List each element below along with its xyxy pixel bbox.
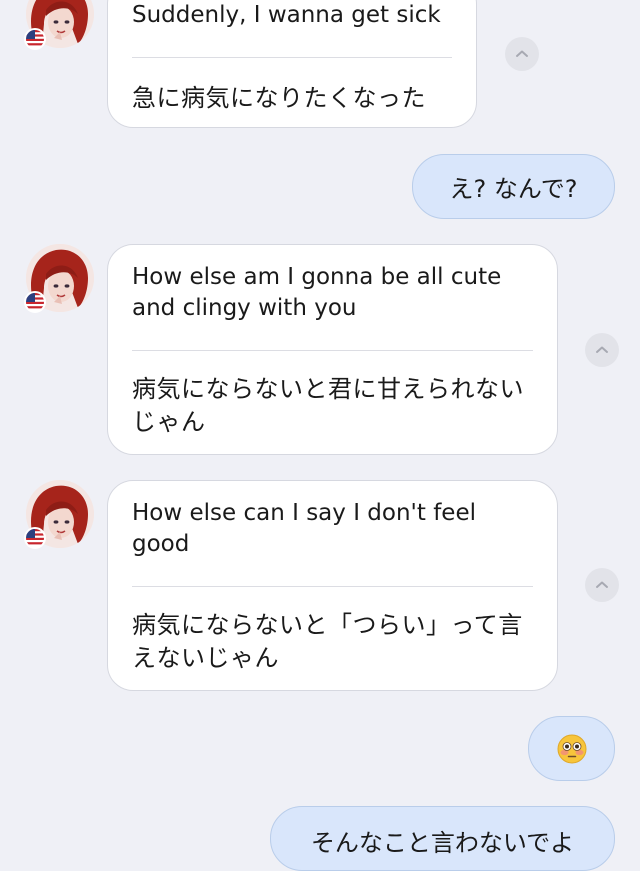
collapse-translation-button[interactable]: [585, 333, 619, 367]
chat-thread[interactable]: Suddenly, I wanna get sick 急に病気になりたくなった …: [0, 0, 640, 871]
my-message-bubble[interactable]: [528, 716, 615, 781]
collapse-translation-button[interactable]: [505, 37, 539, 71]
my-message-bubble[interactable]: え? なんで?: [412, 154, 615, 219]
chevron-up-icon: [596, 581, 608, 588]
us-flag-icon: [24, 28, 46, 50]
message-japanese-text: 急に病気になりたくなった: [132, 84, 426, 112]
message-english-text: How else can I say I don't feel good: [132, 500, 476, 557]
partner-message-bubble[interactable]: How else am I gonna be all cute and clin…: [107, 244, 558, 455]
partner-message-bubble[interactable]: How else can I say I don't feel good 病気に…: [107, 480, 558, 691]
partner-message-bubble[interactable]: Suddenly, I wanna get sick 急に病気になりたくなった: [107, 0, 477, 128]
my-message-bubble[interactable]: そんなこと言わないでよ: [270, 806, 615, 871]
message-english-text: How else am I gonna be all cute and clin…: [132, 264, 502, 321]
message-japanese-text: 病気にならないと君に甘えられないじゃん: [132, 375, 524, 436]
message-japanese-text: 病気にならないと「つらい」って言えないじゃん: [132, 611, 523, 672]
us-flag-icon: [24, 291, 46, 313]
flushed-face-emoji-icon: [557, 734, 586, 763]
message-english-text: Suddenly, I wanna get sick: [132, 2, 441, 28]
collapse-translation-button[interactable]: [585, 568, 619, 602]
chevron-up-icon: [516, 50, 528, 57]
chevron-up-icon: [596, 346, 608, 353]
us-flag-icon: [24, 527, 46, 549]
